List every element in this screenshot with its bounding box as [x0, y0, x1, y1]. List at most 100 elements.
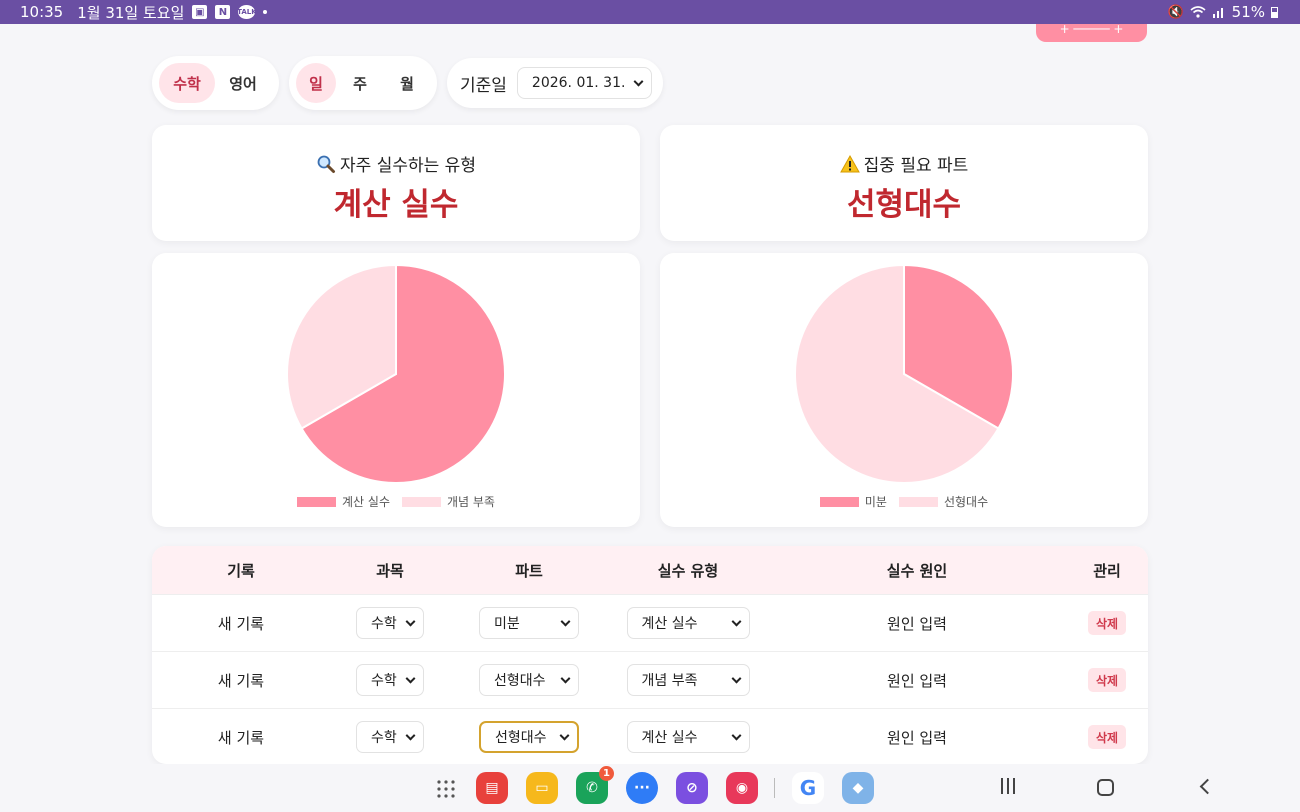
- table-row: 새 기록 수학 미분 계산 실수 원인 입력 삭제: [152, 594, 1148, 651]
- wifi-icon: [1190, 6, 1206, 18]
- legend-swatch: [898, 496, 938, 507]
- subject-english-tab[interactable]: 영어: [215, 63, 271, 103]
- legend-item: 계산 실수: [297, 493, 390, 510]
- battery-level: 51%: [1231, 3, 1265, 21]
- chevron-down-icon: [405, 616, 416, 627]
- part-select[interactable]: 미분: [479, 607, 579, 639]
- camera-icon[interactable]: ◉: [726, 772, 758, 804]
- messages-icon[interactable]: ···: [626, 772, 658, 804]
- subject-math-tab[interactable]: 수학: [159, 63, 215, 103]
- period-week-tab[interactable]: 주: [336, 63, 384, 103]
- dock-divider: [774, 778, 775, 798]
- mute-icon: 🔇: [1167, 4, 1184, 20]
- phone-badge: 1: [599, 766, 614, 781]
- period-toggle: 일 주 월: [289, 56, 437, 110]
- add-record-button[interactable]: + ───── +: [1036, 24, 1147, 42]
- record-name[interactable]: 새 기록: [152, 613, 330, 634]
- mistake-type-select[interactable]: 개념 부족: [626, 664, 750, 696]
- legend-swatch: [402, 496, 441, 507]
- chevron-down-icon: [405, 730, 416, 741]
- subject-value: 수학: [371, 730, 397, 746]
- record-name[interactable]: 새 기록: [152, 727, 330, 748]
- more-notifications-icon: [263, 10, 268, 14]
- game-icon[interactable]: ◆: [842, 772, 874, 804]
- legend-swatch: [297, 496, 337, 507]
- gallery-icon: ▣: [192, 5, 208, 19]
- battery-icon: [1271, 6, 1278, 18]
- focus-part-value: 선형대수: [846, 187, 962, 223]
- cause-input[interactable]: 원인 입력: [768, 727, 1066, 748]
- mistake-type-select[interactable]: 계산 실수: [626, 721, 750, 753]
- part-value: 미분: [494, 616, 520, 632]
- subject-value: 수학: [371, 616, 397, 632]
- header-manage: 관리: [1093, 561, 1121, 580]
- files-icon[interactable]: ▭: [526, 772, 558, 804]
- date-filter: 기준일 2026. 01. 31.: [447, 58, 663, 108]
- header-record: 기록: [227, 561, 255, 580]
- status-time: 10:35: [20, 3, 64, 21]
- legend-swatch: [819, 496, 859, 507]
- part-chart-card: 미분 선형대수: [660, 253, 1148, 527]
- subject-select[interactable]: 수학: [356, 664, 424, 696]
- table-header: 기록 과목 파트 실수 유형 실수 원인 관리: [152, 546, 1148, 594]
- warning-icon: [839, 154, 860, 172]
- date-select[interactable]: 2026. 01. 31.: [516, 67, 652, 99]
- legend-label: 선형대수: [943, 495, 989, 509]
- table-row: 새 기록 수학 선형대수 개념 부족 원인 입력 삭제: [152, 651, 1148, 708]
- subject-select[interactable]: 수학: [356, 607, 424, 639]
- mistake-type-value: 계산 실수: [641, 730, 698, 746]
- flexcil-icon[interactable]: ▤: [476, 772, 508, 804]
- part-legend: 미분 선형대수: [660, 493, 1148, 510]
- subject-value: 수학: [371, 673, 397, 689]
- delete-button[interactable]: 삭제: [1088, 725, 1126, 749]
- chevron-down-icon: [405, 673, 416, 684]
- chevron-down-icon: [559, 730, 570, 741]
- mistake-type-value: 개념 부족: [641, 673, 698, 689]
- mistake-type-value: 계산 실수: [641, 616, 698, 632]
- google-icon[interactable]: G: [792, 772, 824, 804]
- header-part: 파트: [515, 561, 543, 580]
- record-name[interactable]: 새 기록: [152, 670, 330, 691]
- status-bar: 10:35 1월 31일 토요일 ▣ N TALK 🔇 51%: [0, 0, 1300, 24]
- subject-select[interactable]: 수학: [356, 721, 424, 753]
- period-day-tab[interactable]: 일: [296, 63, 336, 103]
- part-select[interactable]: 선형대수: [479, 721, 579, 753]
- delete-button[interactable]: 삭제: [1088, 668, 1126, 692]
- home-button[interactable]: [1097, 779, 1114, 796]
- chevron-down-icon: [560, 673, 571, 684]
- date-label: 기준일: [460, 75, 507, 96]
- back-button[interactable]: [1199, 778, 1216, 795]
- kakaotalk-icon: TALK: [237, 5, 257, 19]
- browser-icon[interactable]: ⊘: [676, 772, 708, 804]
- frequent-mistake-value: 계산 실수: [333, 187, 459, 223]
- recent-apps-button[interactable]: [998, 778, 1018, 798]
- phone-icon[interactable]: ✆ 1: [576, 766, 614, 804]
- legend-item: 미분: [819, 493, 887, 510]
- signal-icon: [1212, 8, 1223, 18]
- subject-toggle: 수학 영어: [152, 56, 279, 110]
- naver-icon: N: [215, 5, 231, 19]
- mistake-type-legend: 계산 실수 개념 부족: [152, 493, 640, 510]
- header-mistake-type: 실수 유형: [657, 561, 719, 580]
- chevron-down-icon: [731, 673, 741, 684]
- cause-input[interactable]: 원인 입력: [768, 613, 1066, 634]
- header-mistake-cause: 실수 원인: [886, 561, 948, 580]
- delete-button[interactable]: 삭제: [1088, 611, 1126, 635]
- mistake-records-table: 기록 과목 파트 실수 유형 실수 원인 관리 새 기록 수학 미분 계산 실수…: [152, 546, 1148, 764]
- header-subject: 과목: [376, 561, 404, 580]
- mistake-type-pie-chart: [286, 263, 506, 484]
- legend-item: 개념 부족: [402, 493, 495, 510]
- part-value: 선형대수: [494, 673, 546, 689]
- chevron-down-icon: [731, 616, 741, 627]
- date-value: 2026. 01. 31.: [531, 75, 626, 91]
- legend-item: 선형대수: [898, 493, 989, 510]
- part-pie-chart: [794, 263, 1014, 484]
- period-month-tab[interactable]: 월: [384, 63, 430, 103]
- frequent-mistake-title: 자주 실수하는 유형: [340, 156, 476, 176]
- cause-input[interactable]: 원인 입력: [768, 670, 1066, 691]
- app-drawer-icon[interactable]: [436, 779, 456, 799]
- focus-part-title: 집중 필요 파트: [863, 156, 969, 176]
- mistake-type-select[interactable]: 계산 실수: [626, 607, 750, 639]
- part-select[interactable]: 선형대수: [479, 664, 579, 696]
- navigation-bar: ▤ ▭ ✆ 1 ··· ⊘ ◉ G ◆: [0, 764, 1300, 812]
